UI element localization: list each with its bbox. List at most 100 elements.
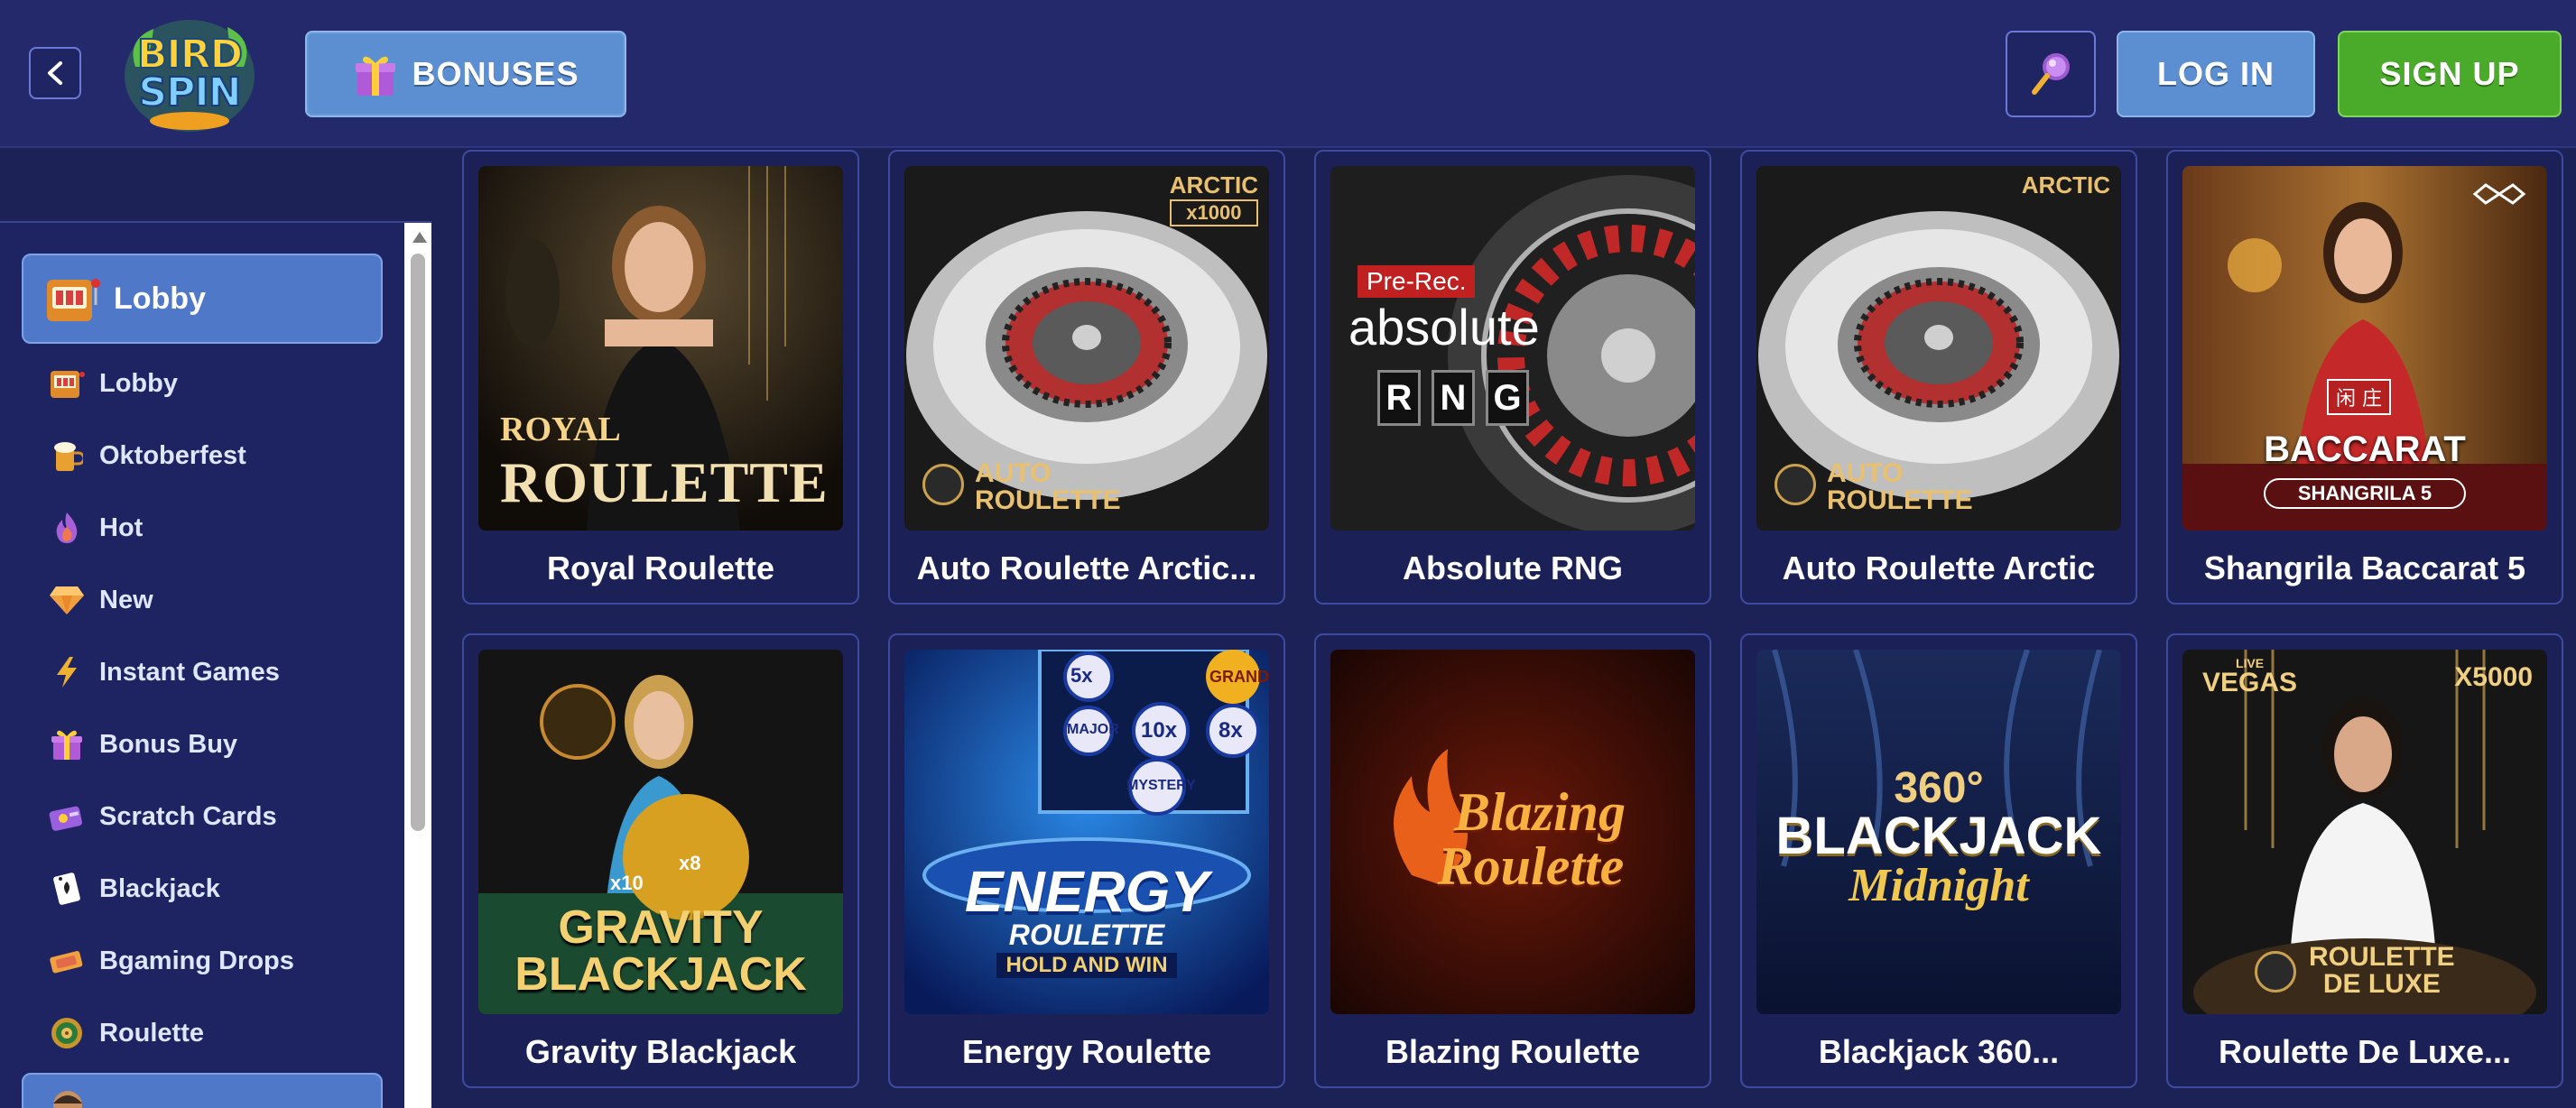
provider-badge-icon	[922, 464, 964, 505]
roulette-icon	[51, 1018, 82, 1048]
sidebar-active-lobby[interactable]: Lobby	[22, 254, 383, 344]
art-text: MAJOR	[1067, 722, 1119, 737]
sidebar-item-bonus-buy[interactable]: Bonus Buy	[22, 708, 383, 780]
sidebar-item-label: New	[99, 585, 153, 614]
scratch-card-icon	[49, 806, 82, 831]
bird-spin-logo[interactable]: BIRD SPIN	[117, 13, 262, 135]
art-text: 360°	[1894, 764, 1984, 812]
game-title[interactable]: Blackjack 360...	[1749, 1027, 2128, 1077]
game-thumbnail[interactable]: ARCTIC AUTO ROULETTE	[1756, 166, 2121, 531]
top-header: BIRD SPIN BONUSES LOG IN SIGN UP	[0, 0, 2576, 148]
game-thumbnail[interactable]: LIVE VEGAS X5000 ROULETTE DE LUXE	[2182, 650, 2547, 1014]
magnifier-icon	[2032, 53, 2070, 95]
game-card-auto-roulette-arctic-x1000[interactable]: ARCTIC x1000 AUTO ROULETTE Auto Roulette…	[888, 150, 1285, 605]
game-card-energy-roulette[interactable]: 5x GRAND MAJOR 10x 8x MYSTERY ENERGY ROU…	[888, 633, 1285, 1088]
sidebar-item-blackjack[interactable]: Blackjack	[22, 853, 383, 925]
slot-machine-icon	[51, 371, 85, 398]
provider-badge-icon	[2255, 951, 2296, 993]
art-text: ROYAL	[500, 411, 621, 448]
scroll-up-arrow-icon[interactable]	[412, 232, 427, 243]
game-thumbnail[interactable]: 闲 庄 BACCARAT SHANGRILA 5	[2182, 166, 2547, 531]
diamond-icon	[50, 586, 84, 614]
game-card-blackjack-360[interactable]: 360° BLACKJACK Midnight Blackjack 360...	[1740, 633, 2137, 1088]
login-button[interactable]: LOG IN	[2117, 31, 2315, 117]
game-title[interactable]: Auto Roulette Arctic	[1749, 543, 2128, 594]
game-title[interactable]: Energy Roulette	[897, 1027, 1276, 1077]
art-text: SHANGRILA 5	[2264, 478, 2466, 509]
game-thumbnail[interactable]: ROYAL ROULETTE	[478, 166, 843, 531]
game-card-blazing-roulette[interactable]: Blazing Roulette Blazing Roulette	[1314, 633, 1711, 1088]
game-thumbnail[interactable]: x10 x8 GRAVITY BLACKJACK	[478, 650, 843, 1014]
game-title[interactable]: Shangrila Baccarat 5	[2175, 543, 2554, 594]
game-title[interactable]: Absolute RNG	[1323, 543, 1702, 594]
art-text: X5000	[2454, 662, 2533, 692]
signup-button[interactable]: SIGN UP	[2338, 31, 2562, 117]
art-text: ROULETTE	[2309, 942, 2455, 972]
game-card-shangrila-baccarat-5[interactable]: 闲 庄 BACCARAT SHANGRILA 5 Shangrila Bacca…	[2166, 150, 2563, 605]
search-button[interactable]	[2006, 31, 2096, 117]
provider-badge-icon	[1774, 464, 1816, 505]
ticket-icon	[50, 951, 83, 974]
game-title[interactable]: Gravity Blackjack	[471, 1027, 850, 1077]
game-thumbnail[interactable]: Pre-Rec. absolute R N G	[1330, 166, 1695, 531]
art-text: 10x	[1141, 718, 1178, 743]
sidebar-item-hot[interactable]: Hot	[22, 492, 383, 564]
game-thumbnail[interactable]: 5x GRAND MAJOR 10x 8x MYSTERY ENERGY ROU…	[904, 650, 1269, 1014]
art-text: AUTO	[1827, 458, 1904, 488]
sidebar-item-new[interactable]: New	[22, 564, 383, 636]
art-text: MYSTERY	[1126, 778, 1196, 793]
art-text: R	[1377, 370, 1421, 426]
sidebar-item-roulette[interactable]: Roulette	[22, 997, 383, 1069]
sidebar-item-instant-games[interactable]: Instant Games	[22, 636, 383, 708]
art-text: Pre-Rec.	[1357, 265, 1476, 298]
sidebar-item-lobby[interactable]: Lobby	[22, 347, 383, 420]
flame-icon	[56, 512, 78, 543]
art-text: GRAVITY	[558, 901, 764, 954]
sidebar-live-section-header[interactable]	[22, 1073, 383, 1108]
sidebar-scrollbar[interactable]	[404, 223, 431, 1108]
chevron-left-icon	[48, 61, 62, 85]
game-title[interactable]: Royal Roulette	[471, 543, 850, 594]
art-text: N	[1432, 370, 1475, 426]
game-thumbnail[interactable]: ARCTIC x1000 AUTO ROULETTE	[904, 166, 1269, 531]
sidebar-item-label: Bgaming Drops	[99, 946, 294, 975]
game-card-gravity-blackjack[interactable]: x10 x8 GRAVITY BLACKJACK Gravity Blackja…	[462, 633, 859, 1088]
art-text: ROULETTE	[1827, 485, 1973, 515]
game-title[interactable]: Auto Roulette Arctic...	[897, 543, 1276, 594]
game-thumbnail[interactable]: 360° BLACKJACK Midnight	[1756, 650, 2121, 1014]
slot-machine-icon	[47, 279, 100, 321]
sidebar-item-label: Oktoberfest	[99, 440, 246, 470]
art-text: ARCTIC	[1169, 171, 1258, 199]
art-text: ENERGY	[964, 859, 1209, 924]
art-text: absolute	[1348, 299, 1540, 355]
scroll-thumb[interactable]	[411, 254, 425, 831]
game-card-absolute-rng[interactable]: Pre-Rec. absolute R N G Absolute RNG	[1314, 150, 1711, 605]
game-card-auto-roulette-arctic[interactable]: ARCTIC AUTO ROULETTE Auto Roulette Arcti…	[1740, 150, 2137, 605]
sidebar-item-scratch-cards[interactable]: Scratch Cards	[22, 780, 383, 853]
art-text: x10	[610, 872, 644, 894]
sidebar-item-oktoberfest[interactable]: Oktoberfest	[22, 420, 383, 492]
lightning-icon	[57, 657, 77, 688]
game-card-roulette-de-luxe[interactable]: LIVE VEGAS X5000 ROULETTE DE LUXE Roulet…	[2166, 633, 2563, 1088]
game-thumbnail[interactable]: Blazing Roulette	[1330, 650, 1695, 1014]
art-text: ARCTIC	[2021, 171, 2110, 199]
infinity-logo-icon	[2472, 183, 2526, 205]
art-text: ROULETTE	[975, 485, 1121, 515]
art-text: Roulette	[1437, 836, 1625, 896]
game-card-royal-roulette[interactable]: ROYAL ROULETTE Royal Roulette	[462, 150, 859, 605]
logo-line-1: BIRD	[136, 32, 244, 78]
sidebar-item-label: Roulette	[99, 1018, 204, 1048]
back-button[interactable]	[29, 47, 81, 99]
game-title[interactable]: Roulette De Luxe...	[2175, 1027, 2554, 1077]
game-title[interactable]: Blazing Roulette	[1323, 1027, 1702, 1077]
art-text: ROULETTE	[1008, 919, 1165, 951]
sidebar: Lobby Lobby Oktoberfest Hot New Instant …	[0, 221, 431, 1108]
logo-line-2: SPIN	[137, 69, 242, 115]
bonuses-button[interactable]: BONUSES	[305, 31, 626, 117]
art-text: GRAND	[1209, 668, 1269, 686]
sidebar-item-bgaming-drops[interactable]: Bgaming Drops	[22, 925, 383, 997]
art-text: ROULETTE	[500, 450, 829, 514]
art-text: G	[1486, 370, 1529, 426]
bonuses-label: BONUSES	[412, 55, 579, 92]
art-text: BACCARAT	[2264, 429, 2466, 469]
